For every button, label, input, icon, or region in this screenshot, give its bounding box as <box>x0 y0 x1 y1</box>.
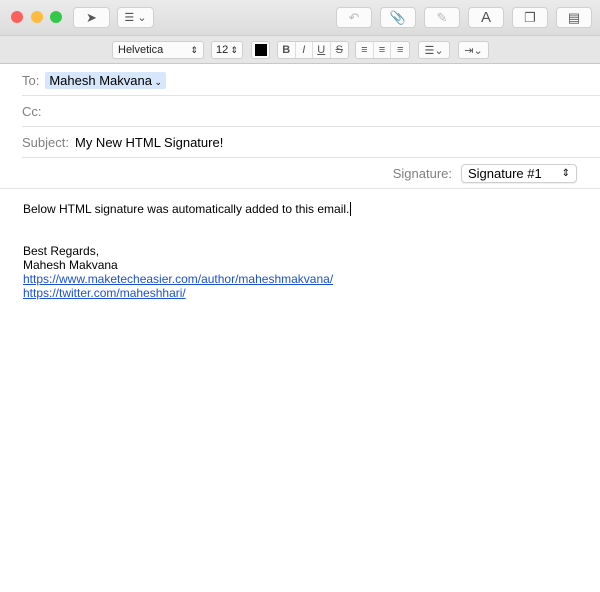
font-name: Helvetica <box>118 44 164 56</box>
align-right-icon[interactable]: ≡ <box>391 42 409 58</box>
signature-link-website[interactable]: https://www.maketecheasier.com/author/ma… <box>23 272 333 286</box>
indent-icon: ⇥⌄ <box>464 44 483 57</box>
format-bar: Helvetica ⇕ 12 ⇕ B I U S ≡ ≡ ≡ ☰⌄ ⇥⌄ <box>0 36 600 64</box>
cc-label: Cc: <box>22 103 42 119</box>
font-size: 12 <box>216 44 229 56</box>
subject-input[interactable]: My New HTML Signature! <box>75 135 223 150</box>
color-swatch <box>254 44 267 56</box>
markup-icon: ✎ <box>436 9 448 25</box>
window-button[interactable]: ❐ <box>512 7 548 28</box>
paperclip-icon: 📎 <box>389 9 407 25</box>
color-picker[interactable] <box>251 41 270 59</box>
updown-icon: ⇕ <box>190 44 198 55</box>
signature-label: Signature: <box>392 165 452 181</box>
underline-button[interactable]: U <box>313 42 331 58</box>
list-button[interactable]: ☰⌄ <box>418 41 450 59</box>
attach-button[interactable]: 📎 <box>380 7 416 28</box>
strikethrough-button[interactable]: S <box>331 42 348 58</box>
indent-button[interactable]: ⇥⌄ <box>458 41 489 59</box>
header-fields-button[interactable]: ☰ ⌄ <box>117 7 154 28</box>
photo-browser-icon: ▤ <box>567 9 581 25</box>
font-select[interactable]: Helvetica ⇕ <box>112 41 204 59</box>
italic-button[interactable]: I <box>296 42 313 58</box>
minimize-button[interactable] <box>31 11 43 23</box>
size-select[interactable]: 12 ⇕ <box>211 41 243 59</box>
style-group: B I U S <box>277 41 349 59</box>
signature-link-twitter[interactable]: https://twitter.com/maheshhari/ <box>23 286 186 300</box>
message-body[interactable]: Below HTML signature was automatically a… <box>23 202 352 300</box>
bullet-list-icon: ☰⌄ <box>424 44 444 57</box>
align-center-icon[interactable]: ≡ <box>374 42 392 58</box>
markup-button[interactable]: ✎ <box>424 7 460 28</box>
to-label: To: <box>22 72 40 88</box>
subject-row[interactable]: Subject: My New HTML Signature! <box>22 127 600 158</box>
signature-row: Signature: Signature #1 ⇕ <box>0 158 600 189</box>
updown-icon: ⇕ <box>230 44 238 55</box>
cc-row[interactable]: Cc: <box>22 96 600 127</box>
align-group: ≡ ≡ ≡ <box>355 41 410 59</box>
list-options-icon: ☰ ⌄ <box>124 12 147 24</box>
to-row: To: Mahesh Makvana ⌄ <box>22 65 600 96</box>
reply-icon: ↶ <box>348 9 360 25</box>
format-button[interactable]: A <box>468 7 504 28</box>
recipient-token[interactable]: Mahesh Makvana ⌄ <box>45 71 167 89</box>
body-text: Below HTML signature was automatically a… <box>23 202 350 216</box>
signature-select[interactable]: Signature #1 ⇕ <box>461 163 577 183</box>
recipient-name: Mahesh Makvana <box>49 72 152 88</box>
toolbar: ➤ ☰ ⌄ ↶ 📎 ✎ A ❐ ▤ <box>0 0 600 36</box>
signature-name: Mahesh Makvana <box>23 258 118 272</box>
signature-regards: Best Regards, <box>23 244 100 258</box>
window-icon: ❐ <box>524 9 536 25</box>
photo-browser-button[interactable]: ▤ <box>556 7 592 28</box>
align-left-icon[interactable]: ≡ <box>356 42 374 58</box>
font-icon: A <box>480 9 491 26</box>
close-button[interactable] <box>11 11 23 23</box>
subject-label: Subject: <box>22 134 69 150</box>
zoom-button[interactable] <box>50 11 62 23</box>
signature-value: Signature #1 <box>468 165 542 181</box>
send-icon: ➤ <box>86 9 97 25</box>
text-cursor <box>350 202 352 216</box>
chevron-down-icon: ⌄ <box>151 76 163 87</box>
updown-icon: ⇕ <box>561 167 570 179</box>
bold-button[interactable]: B <box>278 42 296 58</box>
send-button[interactable]: ➤ <box>73 7 110 28</box>
reply-button[interactable]: ↶ <box>336 7 372 28</box>
